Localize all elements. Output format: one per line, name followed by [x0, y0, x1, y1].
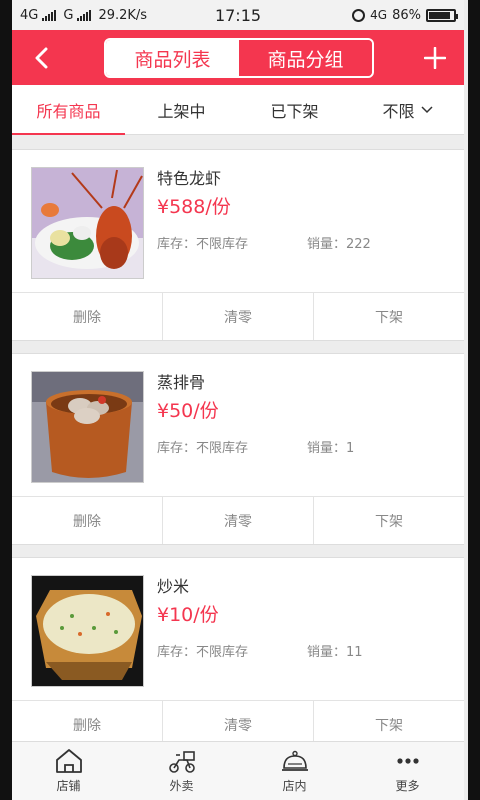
- tab-filter-unlimited[interactable]: 不限: [351, 85, 464, 134]
- app-screen: 4G G 29.2K/s 17:15 4G 86% 商品列表 商品分组 所有商品…: [12, 0, 464, 800]
- network-type-2: G: [63, 7, 74, 23]
- product-sales: 销量：1: [307, 441, 355, 456]
- product-list: 特色龙虾 ¥588/份 库存：不限库存 销量：222 删除 清零 下架 蒸排骨 …: [12, 135, 464, 749]
- filter-tabs: 所有商品 上架中 已下架 不限: [12, 85, 464, 135]
- tab-all-products[interactable]: 所有商品: [12, 85, 125, 135]
- nav-label: 更多: [395, 779, 420, 793]
- clear-stock-button[interactable]: 清零: [162, 497, 313, 544]
- bottom-nav: 店铺 外卖 店内 更多: [12, 741, 464, 800]
- app-header: 商品列表 商品分组: [12, 30, 464, 85]
- product-stock: 库存：不限库存: [157, 645, 249, 660]
- product-name: 炒米: [157, 577, 190, 596]
- screen-edge-right: [468, 0, 480, 800]
- product-image-lobster: [31, 167, 144, 279]
- clear-stock-button[interactable]: 清零: [162, 293, 313, 340]
- plus-icon: [424, 46, 446, 69]
- nav-store[interactable]: 店铺: [12, 742, 125, 800]
- delete-button[interactable]: 删除: [12, 497, 162, 544]
- network-type-1: 4G: [20, 7, 39, 23]
- signal-icon: [42, 9, 57, 21]
- take-off-shelf-button[interactable]: 下架: [313, 497, 464, 544]
- product-sales: 销量：222: [307, 237, 371, 252]
- product-info[interactable]: 特色龙虾 ¥588/份 库存：不限库存 销量：222: [12, 150, 464, 292]
- product-image-spare-ribs: [31, 371, 144, 483]
- home-icon: [55, 749, 82, 773]
- battery-icon: [426, 8, 458, 22]
- segmented-control: 商品列表 商品分组: [104, 38, 374, 78]
- product-actions: 删除 清零 下架: [12, 292, 464, 340]
- nav-delivery[interactable]: 外卖: [125, 742, 238, 800]
- tab-label: 已下架: [270, 101, 319, 121]
- nav-label: 店内: [282, 779, 307, 793]
- battery-percent: 86%: [392, 7, 421, 23]
- product-sales: 销量：11: [307, 645, 363, 660]
- tab-product-list[interactable]: 商品列表: [106, 40, 239, 76]
- chevron-left-icon: [35, 47, 48, 68]
- product-name: 蒸排骨: [157, 373, 206, 392]
- tab-label: 上架中: [157, 101, 206, 121]
- dish-cloche-icon: [281, 750, 308, 771]
- product-image-fried-rice: [31, 575, 144, 687]
- tab-product-groups[interactable]: 商品分组: [239, 40, 372, 76]
- add-button[interactable]: [420, 43, 450, 73]
- scooter-icon: [168, 751, 195, 773]
- network-speed: 29.2K/s: [98, 7, 148, 23]
- product-stock: 库存：不限库存: [157, 237, 249, 252]
- product-price: ¥10/份: [157, 604, 219, 626]
- chevron-down-icon: [420, 105, 433, 113]
- product-info[interactable]: 炒米 ¥10/份 库存：不限库存 销量：11: [12, 558, 464, 700]
- product-price: ¥50/份: [157, 400, 219, 422]
- tab-label: 所有商品: [36, 101, 101, 121]
- signal-icon: [77, 9, 92, 21]
- battery-fill: [429, 11, 450, 19]
- product-card: 特色龙虾 ¥588/份 库存：不限库存 销量：222 删除 清零 下架: [12, 149, 464, 341]
- tab-on-shelf[interactable]: 上架中: [125, 85, 238, 134]
- product-info[interactable]: 蒸排骨 ¥50/份 库存：不限库存 销量：1: [12, 354, 464, 496]
- status-bar: 4G G 29.2K/s 17:15 4G 86%: [12, 0, 464, 30]
- network-type-3: 4G: [370, 8, 388, 22]
- product-card: 蒸排骨 ¥50/份 库存：不限库存 销量：1 删除 清零 下架: [12, 353, 464, 545]
- back-button[interactable]: [26, 43, 56, 73]
- screen-edge-left: [0, 0, 12, 800]
- nav-label: 外卖: [169, 779, 194, 793]
- take-off-shelf-button[interactable]: 下架: [313, 293, 464, 340]
- nav-dine-in[interactable]: 店内: [238, 742, 351, 800]
- alarm-icon: [352, 8, 366, 22]
- tab-label: 不限: [382, 101, 415, 121]
- tab-off-shelf[interactable]: 已下架: [238, 85, 351, 134]
- product-price: ¥588/份: [157, 196, 231, 218]
- nav-label: 店铺: [56, 779, 81, 793]
- product-card: 炒米 ¥10/份 库存：不限库存 销量：11 删除 清零 下架: [12, 557, 464, 749]
- product-stock: 库存：不限库存: [157, 441, 249, 456]
- delete-button[interactable]: 删除: [12, 293, 162, 340]
- product-actions: 删除 清零 下架: [12, 496, 464, 544]
- more-dots-icon: [396, 758, 419, 764]
- product-name: 特色龙虾: [157, 169, 222, 188]
- nav-more[interactable]: 更多: [351, 742, 464, 800]
